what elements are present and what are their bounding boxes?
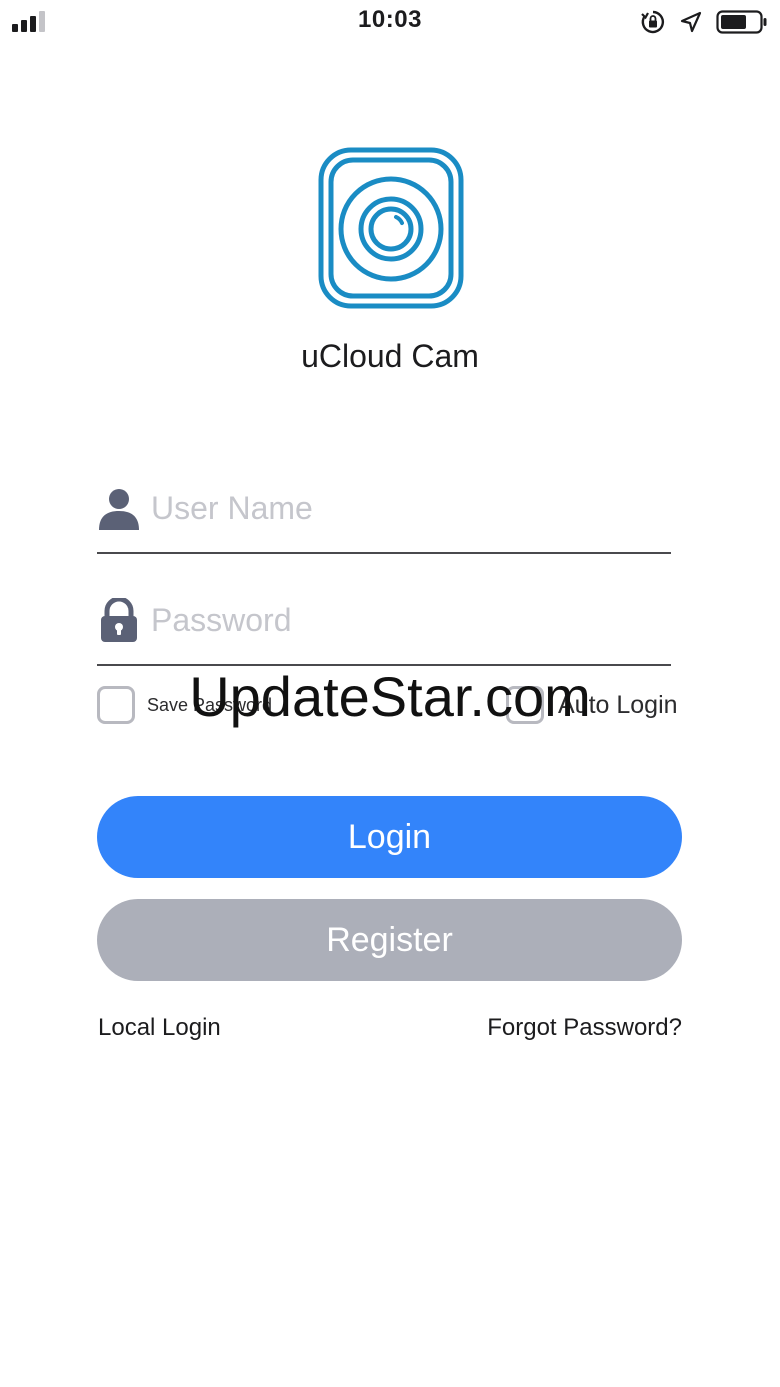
location-arrow-icon [680,11,702,33]
auto-login-option[interactable]: Auto Login [506,686,678,724]
auto-login-label: Auto Login [558,690,678,719]
user-icon [99,489,139,530]
save-password-option[interactable]: Save Password [97,686,272,724]
save-password-label: Save Password [147,694,273,715]
register-button[interactable]: Register [97,899,682,981]
username-field-container [97,472,671,554]
save-password-checkbox[interactable] [97,686,135,724]
auto-login-checkbox[interactable] [506,686,544,724]
app-logo-icon [318,147,464,309]
username-input[interactable] [151,484,651,532]
app-name: uCloud Cam [301,338,479,374]
password-input[interactable] [151,596,651,644]
login-button[interactable]: Login [97,796,682,878]
status-icons [640,8,768,36]
battery-icon [716,10,767,34]
password-field-container [97,584,671,666]
lock-icon [101,598,137,642]
forgot-password-link[interactable]: Forgot Password? [487,1014,682,1042]
local-login-link[interactable]: Local Login [98,1014,221,1042]
orientation-lock-icon [641,10,665,34]
status-bar: 10:03 [0,0,780,44]
